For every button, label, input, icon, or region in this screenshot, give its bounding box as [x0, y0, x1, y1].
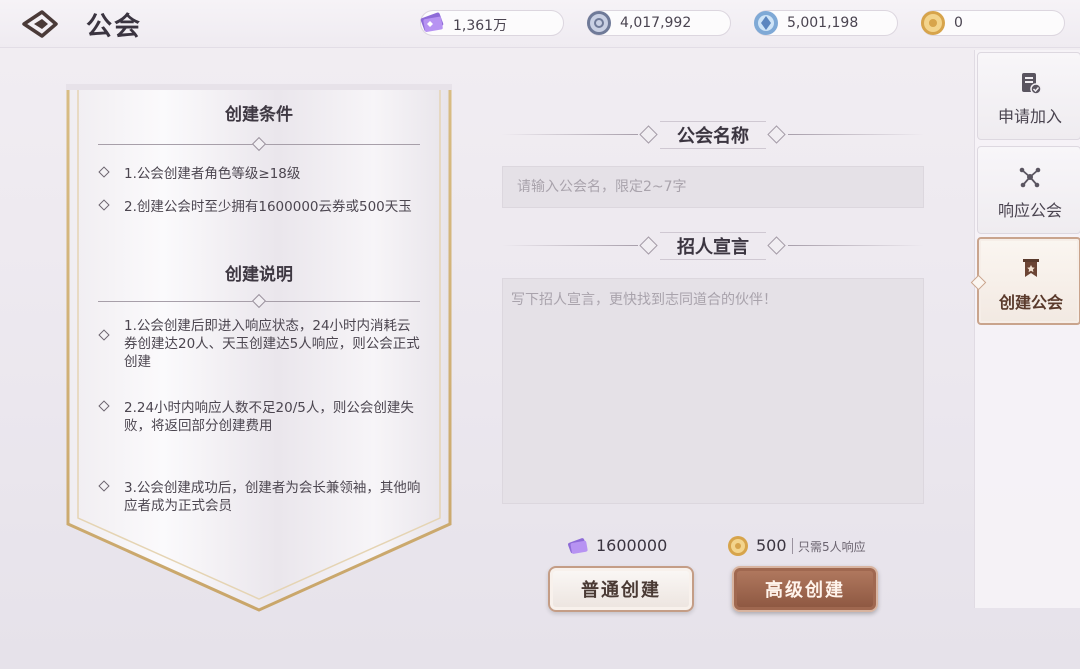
tab-create-guild[interactable]: 创建公会	[970, 237, 1080, 325]
cost-note: 只需5人响应	[798, 540, 866, 554]
top-bar: 公会 1,361万 4,017,992 5,001,198 0	[0, 0, 1080, 48]
currency-value: 1,361万	[453, 18, 508, 34]
tab-label: 响应公会	[997, 201, 1062, 220]
currency-value: 0	[954, 15, 963, 31]
instructions-title: 创建说明	[225, 265, 293, 285]
normal-create-cost: 1600000	[566, 534, 696, 558]
cost-value: 1600000	[596, 536, 668, 555]
guild-name-label: 公会名称	[677, 126, 749, 147]
advanced-create-cost: 500 只需5人响应	[726, 534, 896, 558]
network-icon	[1019, 167, 1041, 188]
requirements-title: 创建条件	[225, 105, 293, 125]
side-tab-panel: 申请加入 响应公会 创建公会	[970, 50, 1080, 608]
purple-ticket-icon	[568, 538, 588, 554]
advanced-create-button[interactable]: 高级创建	[732, 566, 878, 612]
currency-gold-coin[interactable]: 0	[921, 10, 1065, 36]
active-indicator-diamond-icon	[970, 274, 987, 291]
tab-label: 申请加入	[997, 107, 1062, 126]
silver-coin-icon	[587, 11, 611, 35]
gold-coin-icon	[728, 536, 748, 556]
back-button[interactable]	[20, 8, 60, 40]
gold-coin-icon	[921, 11, 945, 35]
blue-crystal-icon	[754, 11, 778, 35]
declaration-header: 招人宣言	[502, 229, 924, 263]
document-check-icon	[1022, 73, 1042, 95]
guild-name-header: 公会名称	[502, 118, 924, 152]
page-title: 公会	[86, 12, 143, 42]
tab-respond-guild[interactable]: 响应公会	[977, 146, 1080, 234]
normal-create-button[interactable]: 普通创建	[548, 566, 694, 612]
currency-blue-crystal[interactable]: 5,001,198	[754, 10, 898, 36]
currency-silver-coin[interactable]: 4,017,992	[587, 10, 731, 36]
tab-label: 创建公会	[998, 293, 1063, 312]
currency-value: 4,017,992	[620, 15, 692, 31]
recruitment-declaration-input[interactable]	[502, 278, 924, 504]
back-arrow-icon	[22, 10, 58, 38]
guild-name-input[interactable]	[502, 166, 924, 208]
currency-value: 5,001,198	[787, 15, 859, 31]
declaration-label: 招人宣言	[677, 237, 749, 258]
cost-value: 500	[756, 536, 787, 555]
tab-apply-join[interactable]: 申请加入	[977, 52, 1080, 140]
purple-ticket-icon	[420, 12, 444, 32]
separator	[792, 538, 793, 554]
currency-purple-ticket[interactable]: 1,361万	[420, 10, 564, 36]
guild-banner-icon	[1023, 259, 1039, 277]
guild-info-banner: 创建条件 1.公会创建者角色等级≥18级 2.创建公会时至少拥有1600000云…	[66, 84, 452, 614]
